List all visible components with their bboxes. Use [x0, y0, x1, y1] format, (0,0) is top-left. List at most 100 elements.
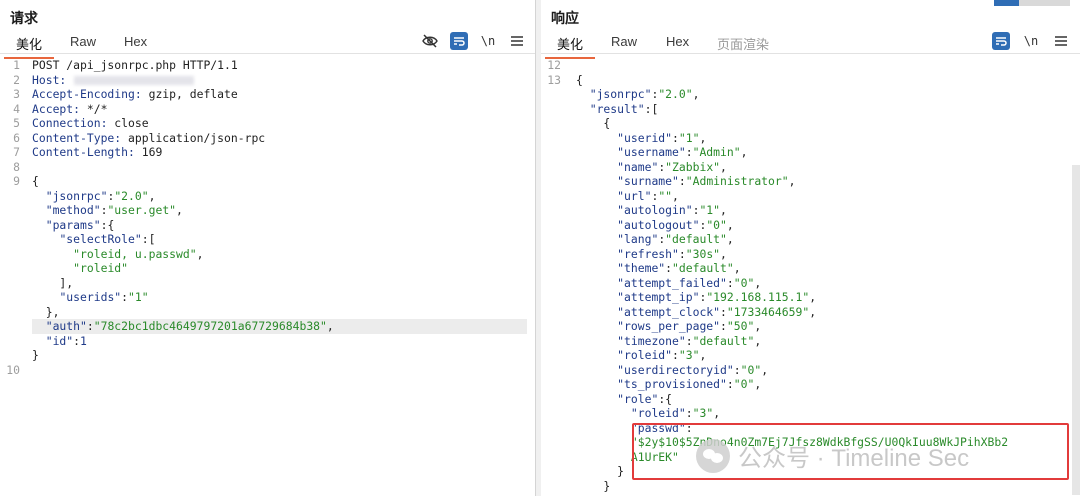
line-number: 10: [6, 362, 20, 377]
code-string: "1": [699, 203, 721, 217]
code-text: ,: [740, 145, 748, 159]
code-text: :: [685, 145, 693, 159]
layout-toggle[interactable]: [994, 0, 1070, 6]
menu-icon[interactable]: [509, 32, 525, 50]
code-line: "roleid":"3",: [576, 406, 720, 421]
wrap-icon[interactable]: [450, 32, 468, 50]
code-key: "attempt_ip": [617, 290, 700, 304]
request-title: 请求: [10, 10, 38, 26]
code-text: ,: [809, 304, 817, 319]
code-text: ,: [672, 188, 679, 203]
code-line: "jsonrpc":"2.0",: [576, 87, 700, 102]
code-key: Host:: [32, 72, 67, 87]
code-string: "0": [706, 217, 727, 232]
response-title: 响应: [551, 10, 579, 26]
newline-icon[interactable]: \n: [1023, 32, 1039, 50]
code-string: "default": [692, 333, 755, 348]
code-key: "roleid": [617, 348, 673, 362]
code-text: :: [665, 261, 673, 275]
code-text: ,: [733, 261, 741, 275]
code-line: {: [576, 116, 610, 131]
code-text: 169: [134, 145, 163, 159]
code-key: Content-Length:: [32, 145, 135, 159]
code-key: "userids": [59, 290, 122, 304]
code-string: "2.0": [114, 188, 149, 203]
response-pane: 响应 美化 Raw Hex 页面渲染 \n 12 13{ "jsonrpc":"2…: [541, 0, 1080, 496]
code-string: "0": [733, 275, 755, 290]
code-text: }: [576, 478, 611, 493]
code-line: "jsonrpc":"2.0",: [32, 188, 156, 204]
code-text: :[: [644, 101, 659, 116]
code-key: "jsonrpc": [45, 188, 108, 203]
code-key: "attempt_clock": [617, 304, 721, 319]
code-text: :[: [141, 232, 156, 246]
code-text: {: [576, 72, 583, 87]
code-key: "timezone": [617, 333, 686, 348]
code-line: Host:: [32, 72, 195, 88]
code-string: "3": [692, 406, 714, 420]
code-line: "url":"",: [576, 189, 679, 204]
code-text: ,: [754, 319, 762, 333]
newline-icon[interactable]: \n: [480, 32, 496, 50]
code-line: Connection: close: [32, 116, 149, 131]
code-line: "autologout":"0",: [576, 218, 734, 233]
code-text: :: [672, 130, 679, 145]
code-key: "userdirectoryid": [617, 362, 734, 377]
tab-hex[interactable]: Hex: [124, 34, 147, 49]
code-text: :{: [100, 217, 115, 232]
line-number: 13: [547, 72, 561, 87]
code-text: ,: [148, 188, 156, 203]
code-string: "Admin": [692, 145, 741, 159]
tab-raw[interactable]: Raw: [611, 34, 637, 49]
wrap-icon[interactable]: [992, 32, 1010, 50]
code-text: :: [720, 319, 727, 333]
code-line: "auth":"78c2bc1dbc4649797201a67729684b38…: [32, 319, 527, 334]
tab-pretty[interactable]: 美化: [544, 34, 596, 59]
code-line: "roleid": [32, 261, 128, 276]
code-key: Accept:: [32, 101, 81, 116]
menu-icon[interactable]: [1053, 32, 1069, 50]
code-string: "roleid, u.passwd": [73, 246, 197, 261]
tab-raw[interactable]: Raw: [70, 34, 96, 49]
code-line: Content-Length: 169: [32, 145, 162, 160]
code-line: "name":"Zabbix",: [576, 160, 727, 175]
code-line: "method":"user.get",: [32, 203, 183, 218]
code-key: "surname": [617, 174, 679, 188]
line-number: 9: [13, 174, 20, 188]
code-string: "default": [665, 232, 727, 246]
code-line: "roleid, u.passwd",: [32, 247, 203, 262]
code-line: "role":{: [576, 392, 672, 407]
code-key: "id": [45, 333, 74, 348]
line-number: 1: [13, 58, 20, 72]
code-text: :{: [658, 391, 673, 406]
code-string: "Administrator": [685, 174, 789, 188]
code-text: :: [86, 319, 94, 333]
code-text: ,: [761, 362, 769, 377]
line-number: 2: [13, 72, 20, 87]
code-key: Content-Type:: [32, 130, 122, 145]
eye-off-icon[interactable]: [421, 32, 439, 50]
code-line: "userdirectoryid":"0",: [576, 363, 768, 378]
scrollbar[interactable]: [1072, 165, 1080, 495]
code-line: "userids":"1": [32, 290, 148, 305]
code-text: */*: [80, 101, 108, 116]
code-line: "ts_provisioned":"0",: [576, 377, 761, 392]
code-text: :: [121, 290, 129, 304]
code-line: "attempt_failed":"0",: [576, 276, 761, 291]
tab-render[interactable]: 页面渲染: [717, 34, 769, 53]
code-line: Accept: */*: [32, 102, 107, 117]
code-text: ,: [726, 217, 734, 232]
code-text: :: [685, 406, 693, 420]
tab-pretty[interactable]: 美化: [3, 34, 55, 59]
code-text: ,: [720, 159, 727, 174]
tab-hex[interactable]: Hex: [666, 34, 689, 49]
code-line: "attempt_clock":"1733464659",: [576, 305, 816, 320]
